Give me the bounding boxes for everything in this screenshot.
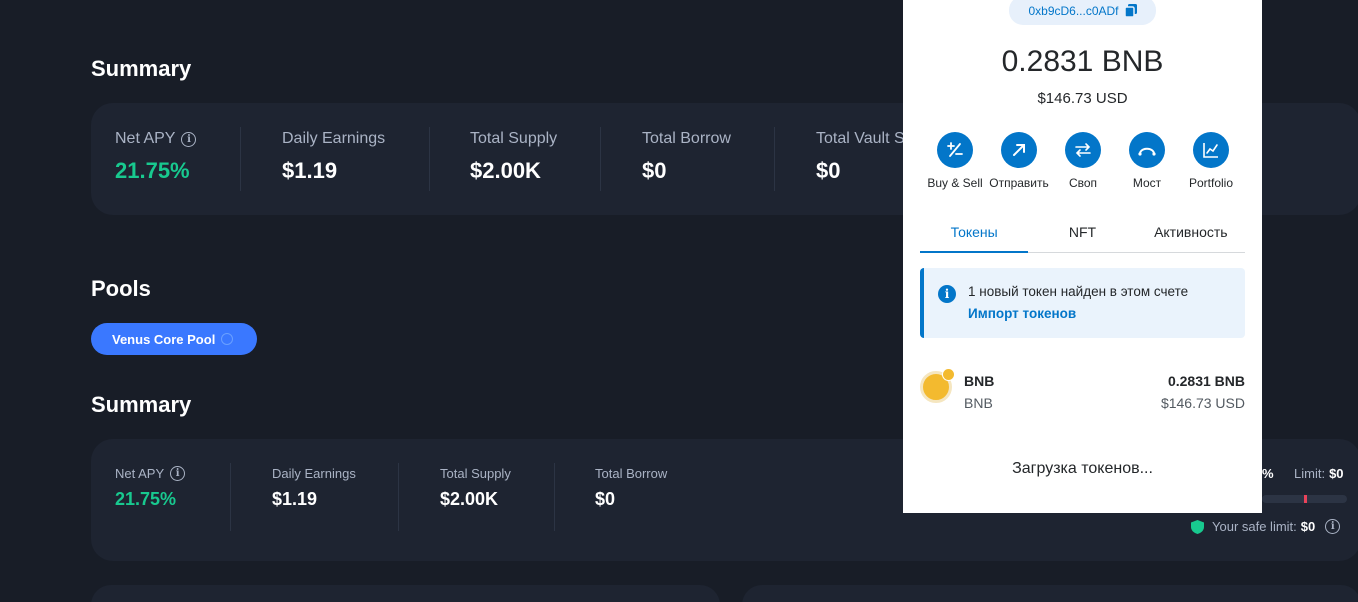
wallet-popup: 0xb9cD6...c0ADf 0.2831 BNB $146.73 USD B…	[903, 0, 1262, 513]
limit-value: $0	[1329, 466, 1344, 481]
new-token-notice: i 1 новый токен найден в этом счете Импо…	[920, 268, 1245, 338]
stat-label: Net APY	[115, 466, 165, 481]
stat-daily-earnings: Daily Earnings $1.19	[272, 466, 356, 510]
borrow-card-partial	[742, 585, 1358, 602]
arrow-up-right-icon	[1001, 132, 1037, 168]
info-icon[interactable]: i	[181, 131, 197, 147]
borrow-percent: %	[1262, 466, 1274, 481]
account-address-button[interactable]: 0xb9cD6...c0ADf	[1009, 0, 1156, 25]
safe-limit-row: Your safe limit: $0 i	[1191, 519, 1341, 534]
swap-arrows-icon	[1065, 132, 1101, 168]
plus-minus-icon	[937, 132, 973, 168]
stat-label: Total Supply	[440, 466, 511, 481]
stat-net-apy: Net APY i 21.75%	[115, 130, 197, 184]
stat-label: Net APY	[115, 130, 176, 147]
divider	[429, 127, 430, 191]
info-icon[interactable]: i	[1325, 519, 1341, 534]
action-label: Portfolio	[1188, 176, 1234, 190]
action-label: Buy & Sell	[927, 176, 983, 190]
divider	[240, 127, 241, 191]
summary-heading: Summary	[91, 56, 192, 81]
portfolio-button[interactable]: Portfolio	[1179, 132, 1243, 190]
stat-value: $1.19	[282, 158, 338, 183]
balance-amount: 0.2831 BNB	[1001, 45, 1164, 78]
action-label: Мост	[1132, 176, 1162, 190]
stat-value: $1.19	[272, 489, 318, 509]
stat-net-apy: Net APY i 21.75%	[115, 466, 186, 510]
stat-value: 21.75%	[115, 489, 177, 509]
balance-fiat: $146.73 USD	[1037, 90, 1128, 107]
stat-total-borrow: Total Borrow $0	[642, 130, 731, 184]
bridge-icon	[1129, 132, 1165, 168]
wallet-tabs: Токены NFT Активность	[920, 224, 1245, 253]
stat-label: Total Vault S	[816, 130, 905, 147]
wallet-actions: Buy & Sell Отправить Своп Мост Portfolio	[923, 132, 1243, 190]
stat-value: $0	[642, 158, 667, 183]
stat-value: $2.00K	[440, 489, 499, 509]
limit-label: Limit:	[1294, 466, 1326, 481]
stat-total-vault: Total Vault S $0	[816, 130, 905, 184]
send-button[interactable]: Отправить	[987, 132, 1051, 190]
token-name: BNB	[964, 373, 995, 389]
pools-heading: Pools	[91, 276, 151, 301]
limit-row: Limit: $0	[1294, 466, 1344, 481]
swap-button[interactable]: Своп	[1051, 132, 1115, 190]
bridge-button[interactable]: Мост	[1115, 132, 1179, 190]
safe-limit-label: Your safe limit:	[1212, 519, 1297, 534]
stat-label: Daily Earnings	[282, 130, 386, 147]
account-address: 0xb9cD6...c0ADf	[1028, 3, 1119, 18]
stat-label: Daily Earnings	[272, 466, 356, 481]
action-label: Своп	[1068, 176, 1098, 190]
action-label: Отправить	[989, 176, 1049, 190]
copy-icon[interactable]	[1124, 4, 1137, 17]
supply-card-partial	[91, 585, 720, 602]
token-symbol: BNB	[964, 395, 993, 411]
chart-line-icon	[1193, 132, 1229, 168]
token-fiat: $146.73 USD	[1160, 395, 1245, 411]
info-icon: i	[938, 285, 956, 303]
stat-total-supply: Total Supply $2.00K	[470, 130, 557, 184]
stat-label: Total Borrow	[642, 130, 731, 147]
bnb-network-badge-icon	[942, 368, 955, 381]
tab-activity[interactable]: Активность	[1137, 224, 1245, 252]
shield-icon	[1191, 519, 1204, 534]
safe-limit-marker	[1304, 495, 1307, 503]
loading-spinner-icon	[221, 333, 234, 345]
divider	[600, 127, 601, 191]
info-icon[interactable]: i	[170, 466, 186, 481]
stat-daily-earnings: Daily Earnings $1.19	[282, 130, 385, 184]
divider	[774, 127, 775, 191]
divider	[230, 463, 231, 531]
pool-summary-heading: Summary	[91, 392, 192, 417]
buy-sell-button[interactable]: Buy & Sell	[923, 132, 987, 190]
stat-value: $0	[816, 158, 841, 183]
stat-label: Total Supply	[470, 130, 558, 147]
stat-total-supply: Total Supply $2.00K	[440, 466, 511, 510]
divider	[554, 463, 555, 531]
borrow-limit-progress	[1262, 495, 1347, 503]
import-tokens-link[interactable]: Импорт токенов	[968, 306, 1076, 321]
percent-text: %	[1262, 466, 1274, 481]
tab-nft[interactable]: NFT	[1028, 224, 1136, 252]
loading-tokens-text: Загрузка токенов...	[1012, 460, 1153, 477]
notice-text: 1 новый токен найден в этом счете	[968, 284, 1189, 299]
divider	[398, 463, 399, 531]
tab-tokens[interactable]: Токены	[920, 224, 1029, 253]
stat-total-borrow: Total Borrow $0	[595, 466, 667, 510]
token-amount: 0.2831 BNB	[1167, 373, 1245, 389]
stat-value: $0	[595, 489, 616, 509]
safe-limit-value: $0	[1300, 519, 1316, 534]
token-row-bnb[interactable]: BNB BNB 0.2831 BNB $146.73 USD	[920, 368, 1245, 412]
stat-label: Total Borrow	[595, 466, 668, 481]
stat-value: $2.00K	[470, 158, 541, 183]
pool-button-label: Venus Core Pool	[112, 331, 216, 347]
stat-value: 21.75%	[115, 158, 190, 183]
venus-core-pool-button[interactable]: Venus Core Pool	[91, 323, 257, 355]
